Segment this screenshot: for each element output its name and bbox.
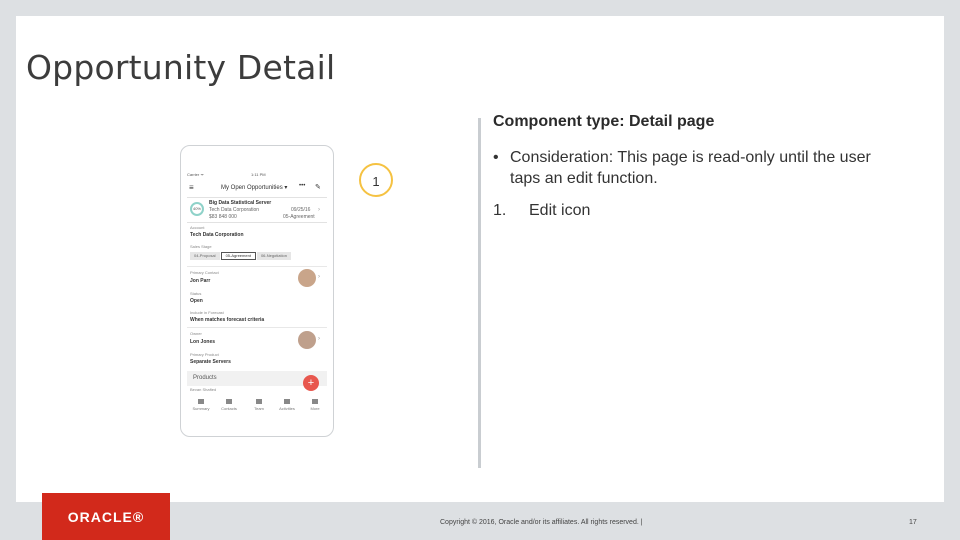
page-number: 17 <box>909 519 917 526</box>
opportunity-company: Tech Data Corporation <box>209 207 260 213</box>
page-title: Opportunity Detail <box>26 48 336 87</box>
vertical-divider <box>478 118 481 468</box>
status-value: Open <box>190 298 203 304</box>
tab-summary[interactable]: Summary <box>189 399 213 411</box>
component-type-heading: Component type: Detail page <box>493 113 715 130</box>
nav-title-label: My Open Opportunities <box>221 185 283 191</box>
tab-more[interactable]: More <box>303 399 327 411</box>
avatar <box>298 331 316 349</box>
opportunity-name: Big Data Statistical Server <box>209 200 272 206</box>
primary-contact-value: Jon Parr <box>190 278 211 284</box>
chevron-down-icon: ▾ <box>284 185 288 191</box>
consideration-text: Consideration: This page is read-only un… <box>510 149 871 187</box>
forecast-label: Include in Forecast <box>190 310 224 315</box>
owner-value: Lon Jones <box>190 339 216 345</box>
owner-label: Owner <box>190 331 202 336</box>
edit-icon[interactable]: ✎ <box>315 183 321 191</box>
bullet-dot: • <box>493 149 499 166</box>
tab-activities[interactable]: Activities <box>275 399 299 411</box>
carrier-label: Carrier ᯤ <box>187 172 204 177</box>
chevron-right-icon: › <box>318 336 320 342</box>
copyright-text: Copyright © 2016, Oracle and/or its affi… <box>440 519 643 526</box>
phone-tab-bar: Summary Contacts Team Activities More <box>187 399 327 415</box>
product-label: Primary Product <box>190 352 219 357</box>
team-icon <box>256 399 262 404</box>
opportunity-header[interactable]: 40% Big Data Statistical Server Tech Dat… <box>187 197 327 223</box>
forecast-value: When matches forecast criteria <box>190 317 265 323</box>
contacts-icon <box>226 399 232 404</box>
opportunity-amount: $83 848 000 <box>209 214 237 220</box>
numbered-item-number: 1. <box>493 202 507 219</box>
tab-label: More <box>310 406 320 411</box>
add-button[interactable]: + <box>303 375 319 391</box>
clock-label: 1:11 PM <box>251 172 266 177</box>
tab-contacts[interactable]: Contacts <box>217 399 241 411</box>
chevron-right-icon: › <box>318 274 320 280</box>
more-icon <box>312 399 318 404</box>
nav-title[interactable]: My Open Opportunities ▾ <box>221 184 287 191</box>
chevron-right-icon: › <box>318 207 320 213</box>
oracle-logo: ORACLE® <box>42 493 170 540</box>
account-label: Account <box>190 225 205 230</box>
more-icon[interactable]: ••• <box>299 183 305 189</box>
summary-icon <box>198 399 204 404</box>
sales-stage-label: Sales Stage <box>190 244 212 249</box>
tab-label: Team <box>254 406 264 411</box>
status-label: Status <box>190 291 202 296</box>
phone-status-bar: Carrier ᯤ 1:11 PM <box>187 172 327 178</box>
menu-icon[interactable]: ≡ <box>189 183 194 192</box>
tab-label: Summary <box>192 406 210 411</box>
consideration-bullet: • Consideration: This page is read-only … <box>493 147 903 189</box>
tab-team[interactable]: Team <box>247 399 271 411</box>
stage-chip-current[interactable]: 05-Agreement <box>220 252 256 260</box>
products-sub: Bevan Shafted <box>190 387 217 392</box>
activities-icon <box>284 399 290 404</box>
opportunity-date: 09/25/16 <box>291 207 311 213</box>
logo-text: ORACLE® <box>67 509 145 525</box>
primary-contact-label: Primary Contact <box>190 270 219 275</box>
tab-label: Activities <box>279 406 295 411</box>
callout-marker: 1 <box>359 163 393 197</box>
numbered-item-text: Edit icon <box>529 202 591 219</box>
sales-stage-bar: 04-Proposal 05-Agreement 06-Negotiation <box>190 252 292 260</box>
phone-mockup: Carrier ᯤ 1:11 PM ≡ My Open Opportunitie… <box>180 145 334 437</box>
product-value: Separate Servers <box>190 359 231 365</box>
numbered-item: 1. Edit icon <box>493 202 590 220</box>
win-probability-ring: 40% <box>190 202 204 216</box>
opportunity-stage: 05-Agreement <box>283 214 315 220</box>
phone-nav-bar: ≡ My Open Opportunities ▾ ••• ✎ <box>187 182 327 194</box>
avatar <box>298 269 316 287</box>
tab-label: Contacts <box>221 406 237 411</box>
account-value[interactable]: Tech Data Corporation <box>190 232 244 238</box>
stage-chip[interactable]: 04-Proposal <box>190 252 220 260</box>
stage-chip[interactable]: 06-Negotiation <box>256 252 291 260</box>
